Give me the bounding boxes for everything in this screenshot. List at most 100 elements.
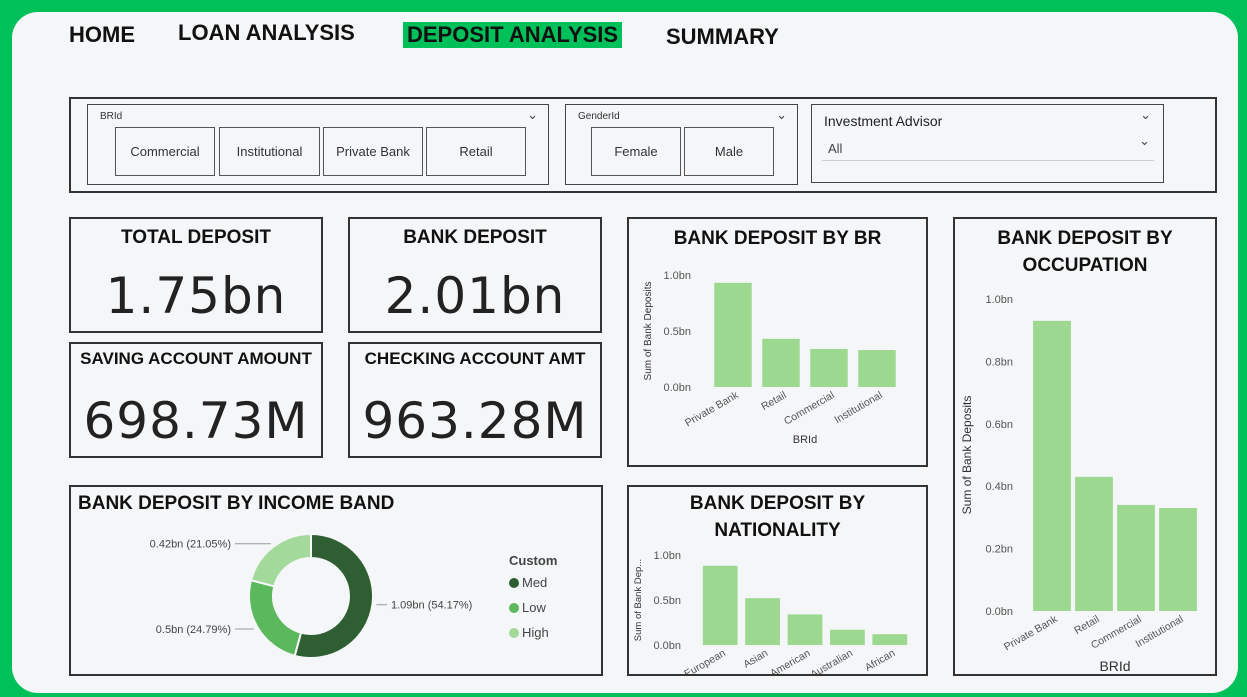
dashboard-canvas: HOME LOAN ANALYSIS DEPOSIT ANALYSIS SUMM… [12,12,1238,693]
y-tick-label: 0.6bn [985,419,1013,431]
x-tick-label: Retail [1072,613,1101,637]
legend-entry: High [522,625,549,640]
brid-slicer-title: BRId [100,111,123,122]
chevron-down-icon[interactable]: ⌄ [1140,107,1151,123]
legend-entry: Med [522,575,547,590]
gender-option-male[interactable]: Male [684,127,774,176]
bar-commercial [1117,504,1155,611]
brid-option-retail[interactable]: Retail [426,127,526,176]
chevron-down-icon[interactable]: ⌄ [1139,133,1150,149]
chart-bank-deposit-by-nationality: BANK DEPOSIT BY NATIONALITY 0.0bn 0.5bn 1.0b… [633,493,908,681]
x-tick-label: Private Bank [1002,613,1060,654]
legend-title: Custom [509,553,557,568]
x-axis-label: BRId [793,434,817,446]
bar-institutional [858,350,896,387]
legend-marker [509,628,519,638]
slice-data-label: 0.5bn (24.79%) [156,624,231,636]
kpi-title: BANK DEPOSIT [403,227,547,248]
chart-title: NATIONALITY [714,520,841,541]
gender-option-female[interactable]: Female [591,127,681,176]
kpi-total-deposit: TOTAL DEPOSIT 1.75bn [69,217,323,333]
chart-title: BANK DEPOSIT BY [690,493,866,514]
bar-american [787,614,823,645]
legend-entry: Low [522,600,546,615]
y-tick-label: 1.0bn [985,294,1013,306]
brid-option-institutional[interactable]: Institutional [219,127,320,176]
bar-commercial [810,348,848,387]
y-axis-label: Sum of Bank Deposits [643,282,654,381]
y-tick-label: 1.0bn [663,270,691,282]
brid-slicer: BRId ⌄ Commercial Institutional Private … [87,104,549,185]
x-tick-label: American [768,647,813,674]
y-tick-label: 0.0bn [663,382,691,394]
x-tick-label: Retail [759,389,788,413]
slice-data-label: 0.42bn (21.05%) [150,539,231,551]
slice-high [249,532,312,588]
slice-low [248,578,303,658]
x-tick-label: Institutional [832,389,884,426]
legend-marker [509,578,519,588]
kpi-title: TOTAL DEPOSIT [121,227,271,248]
chart-title: OCCUPATION [1023,255,1148,276]
y-tick-label: 0.5bn [653,595,681,607]
kpi-checking-amount: CHECKING ACCOUNT AMT 963.28M [348,342,602,458]
y-tick-label: 0.0bn [985,606,1013,618]
advisor-dropdown-title: Investment Advisor [824,113,943,129]
gender-slicer: GenderId ⌄ Female Male [565,104,798,185]
brid-option-commercial[interactable]: Commercial [115,127,215,176]
chart-bank-deposit-by-occupation: BANK DEPOSIT BY OCCUPATION 0.0bn 0.2bn 0.4bn… [960,228,1197,674]
y-axis-label: Sum of Bank Deposits [960,396,974,515]
advisor-select-value: All [828,141,843,156]
kpi-value: 2.01bn [384,267,566,325]
bar-european [702,565,738,645]
advisor-dropdown: Investment Advisor ⌄ All ⌄ [811,104,1164,183]
gender-slicer-title: GenderId [578,111,620,122]
nav-deposit-analysis[interactable]: DEPOSIT ANALYSIS [403,22,623,48]
filter-bar: BRId ⌄ Commercial Institutional Private … [69,97,1217,193]
chart-bank-deposit-by-br: BANK DEPOSIT BY BR 0.0bn 0.5bn 1.0bn Private… [643,228,896,446]
legend-marker [509,603,519,613]
kpi-title: CHECKING ACCOUNT AMT [364,349,586,368]
nav-summary[interactable]: SUMMARY [666,24,779,50]
chart-bank-deposit-by-income-band: BANK DEPOSIT BY INCOME BAND 1.09bn (54.17… [78,493,557,659]
bar-retail [1075,476,1113,611]
chevron-down-icon[interactable]: ⌄ [776,107,787,123]
x-tick-label: African [863,647,897,674]
x-tick-label: European [682,647,728,674]
y-tick-label: 0.2bn [985,544,1013,556]
x-tick-label: Private Bank [683,389,741,430]
brid-option-private-bank[interactable]: Private Bank [323,127,423,176]
kpi-saving-amount: SAVING ACCOUNT AMOUNT 698.73M [69,342,323,458]
y-tick-label: 0.4bn [985,481,1013,493]
chart-card-br: BANK DEPOSIT BY BR 0.0bn 0.5bn 1.0bn Private… [627,217,928,467]
nav-home[interactable]: HOME [69,22,135,48]
y-tick-label: 0.8bn [985,356,1013,368]
chevron-down-icon[interactable]: ⌄ [527,107,538,123]
kpi-title: SAVING ACCOUNT AMOUNT [80,349,312,368]
chart-card-occupation: BANK DEPOSIT BY OCCUPATION 0.0bn 0.2bn 0.4bn… [953,217,1217,676]
x-tick-label: Institutional [1133,613,1185,650]
kpi-value: 1.75bn [105,267,287,325]
y-tick-label: 0.0bn [653,640,681,652]
kpi-bank-deposit: BANK DEPOSIT 2.01bn [348,217,602,333]
bar-private-bank [714,282,752,387]
chart-title: BANK DEPOSIT BY BR [674,228,882,249]
y-tick-label: 1.0bn [653,550,681,562]
kpi-value: 698.73M [83,392,309,450]
bar-australian [830,629,865,645]
chart-card-income-band: BANK DEPOSIT BY INCOME BAND 1.09bn (54.17… [69,485,603,676]
nav-loan-analysis[interactable]: LOAN ANALYSIS [178,20,355,46]
bar-institutional [1159,508,1197,611]
advisor-select[interactable]: All ⌄ [822,133,1154,161]
x-tick-label: Australian [808,647,855,674]
chart-title: BANK DEPOSIT BY INCOME BAND [78,493,394,514]
bar-african [872,634,908,645]
bar-private-bank [1033,320,1071,611]
bar-asian [745,598,780,645]
bar-retail [762,338,800,387]
y-tick-label: 0.5bn [663,326,691,338]
slice-data-label: 1.09bn (54.17%) [391,600,472,612]
x-axis-label: BRId [1099,658,1130,674]
chart-title: BANK DEPOSIT BY [997,228,1173,249]
kpi-value: 963.28M [362,392,588,450]
